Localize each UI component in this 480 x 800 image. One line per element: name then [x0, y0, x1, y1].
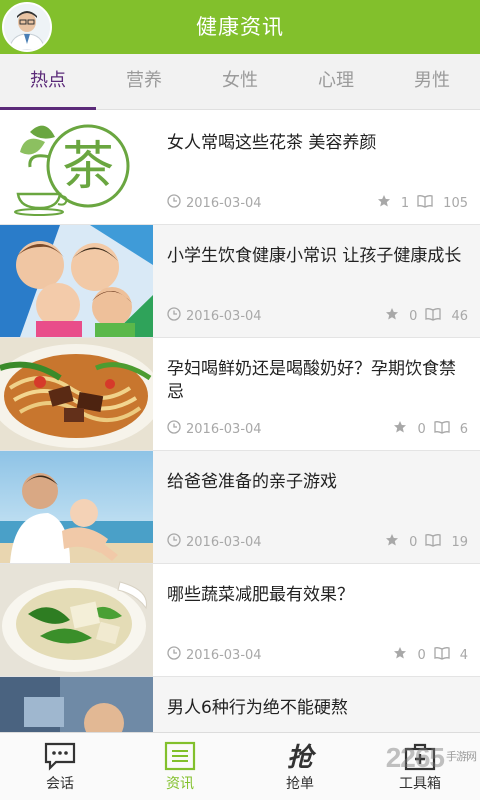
article-title: 哪些蔬菜减肥最有效果？: [167, 585, 354, 605]
read-count: 105: [443, 195, 468, 211]
article-meta: 2016-03-04 0 4: [167, 646, 468, 664]
nav-news[interactable]: 资讯: [120, 733, 240, 800]
read-count: 6: [459, 421, 468, 437]
nav-chat[interactable]: 会话: [0, 733, 120, 800]
article-title: 女人常喝这些花茶 美容养颜: [167, 133, 377, 153]
list-item[interactable]: 茶 女人常喝这些花茶 美容养颜 2016-03-04 1 105: [0, 112, 480, 225]
star-count: 0: [417, 647, 426, 663]
star-icon: [377, 194, 391, 212]
list-item[interactable]: 小学生饮食健康小常识 让孩子健康成长 2016-03-04 0 46: [0, 225, 480, 338]
article-date: 2016-03-04: [186, 421, 262, 437]
svg-text:抢: 抢: [287, 743, 317, 771]
book-icon: [434, 646, 450, 664]
star-count: 0: [409, 308, 418, 324]
tea-logo-image: 茶: [0, 112, 153, 224]
article-title: 男人6种行为绝不能硬熬: [167, 698, 348, 718]
nav-grab-order[interactable]: 抢 抢单: [240, 733, 360, 800]
clock-icon: [167, 646, 181, 664]
app-header: 健康资讯: [0, 0, 480, 54]
man-photo: [0, 677, 153, 732]
nav-label: 会话: [46, 776, 74, 792]
book-icon: [425, 307, 442, 325]
news-icon: [162, 741, 198, 771]
father-baby-beach-photo: [0, 451, 153, 563]
tab-hot[interactable]: 热点: [0, 54, 96, 110]
read-count: 46: [451, 308, 468, 324]
list-item[interactable]: 给爸爸准备的亲子游戏 2016-03-04 0 19: [0, 451, 480, 564]
svg-text:茶: 茶: [62, 137, 114, 197]
list-item[interactable]: 男人6种行为绝不能硬熬: [0, 677, 480, 732]
vegetable-soup-photo: [0, 564, 153, 676]
noodles-photo: [0, 338, 153, 450]
nav-label: 抢单: [286, 776, 314, 792]
article-meta: 2016-03-04 0 46: [167, 307, 468, 325]
article-list: 茶 女人常喝这些花茶 美容养颜 2016-03-04 1 105 小学生饮食健康…: [0, 112, 480, 732]
page-title: 健康资讯: [196, 15, 284, 39]
article-meta: 2016-03-04 0 19: [167, 533, 468, 551]
watermark-logo: 2265 手游网: [385, 742, 477, 773]
star-icon: [385, 533, 399, 551]
star-count: 0: [409, 534, 418, 550]
children-photo: [0, 225, 153, 337]
article-title: 孕妇喝鲜奶还是喝酸奶好？孕期饮食禁忌: [167, 359, 456, 402]
article-title: 给爸爸准备的亲子游戏: [167, 472, 337, 492]
tab-nutrition[interactable]: 营养: [96, 54, 192, 109]
nav-label: 资讯: [166, 776, 194, 792]
star-icon: [393, 646, 407, 664]
nav-label: 工具箱: [399, 776, 441, 792]
book-icon: [434, 420, 450, 438]
tab-psychology[interactable]: 心理: [288, 54, 384, 109]
article-date: 2016-03-04: [186, 195, 262, 211]
star-count: 1: [400, 195, 410, 211]
tab-women[interactable]: 女性: [192, 54, 288, 109]
article-date: 2016-03-04: [186, 647, 262, 663]
article-date: 2016-03-04: [186, 534, 262, 550]
chat-icon: [42, 741, 78, 771]
read-count: 19: [451, 534, 468, 550]
star-icon: [385, 307, 399, 325]
article-meta: 2016-03-04 0 6: [167, 420, 468, 438]
article-date: 2016-03-04: [186, 308, 262, 324]
book-icon: [425, 533, 442, 551]
star-count: 0: [417, 421, 426, 437]
clock-icon: [167, 533, 181, 551]
star-icon: [393, 420, 407, 438]
list-item[interactable]: 哪些蔬菜减肥最有效果？ 2016-03-04 0 4: [0, 564, 480, 677]
clock-icon: [167, 194, 181, 212]
tab-men[interactable]: 男性: [384, 54, 480, 109]
article-meta: 2016-03-04 1 105: [167, 194, 468, 212]
clock-icon: [167, 420, 181, 438]
grab-order-icon: 抢: [282, 741, 318, 773]
list-item[interactable]: 孕妇喝鲜奶还是喝酸奶好？孕期饮食禁忌 2016-03-04 0 6: [0, 338, 480, 451]
read-count: 4: [459, 647, 468, 663]
article-title: 小学生饮食健康小常识 让孩子健康成长: [167, 246, 462, 266]
book-icon: [417, 194, 433, 212]
category-tabs: 热点 营养 女性 心理 男性: [0, 54, 480, 110]
clock-icon: [167, 307, 181, 325]
